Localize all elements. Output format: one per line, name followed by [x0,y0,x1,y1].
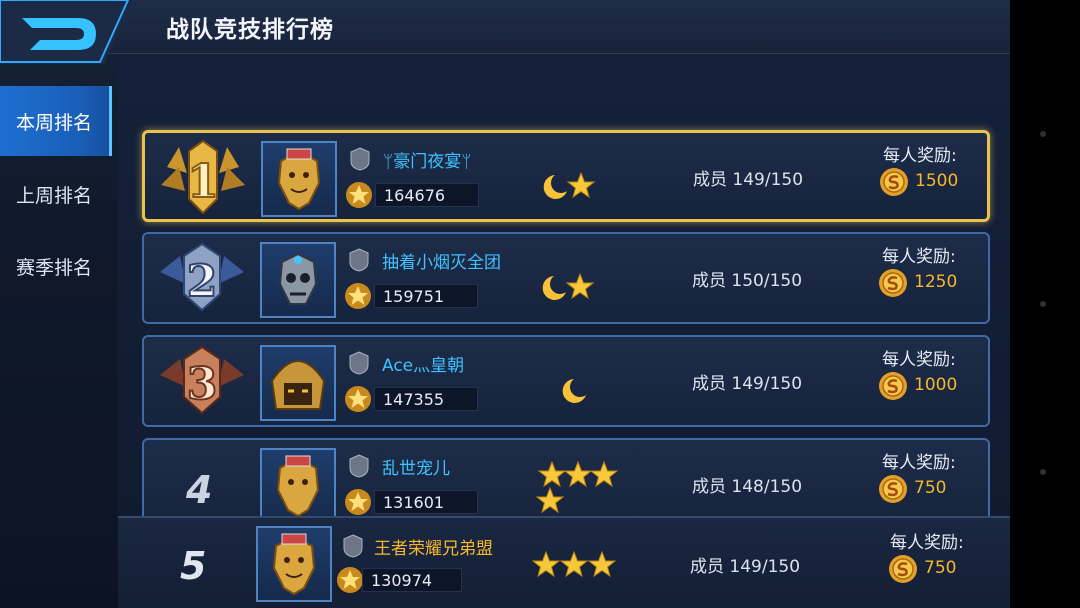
bronze-rank-badge-icon: 3 [160,345,244,415]
tab-label: 本周排名 [16,111,93,134]
score-star-icon [346,182,372,208]
nav-dot[interactable] [1040,131,1046,137]
score-star-icon [345,489,371,515]
team-badge-icon [349,454,369,478]
rank-number: 4 [186,468,213,512]
svg-text:1: 1 [187,154,219,208]
gold-coin-icon [879,269,907,297]
gold-coin-icon [880,168,908,196]
score-star-icon [345,386,371,412]
team-emblem [256,526,332,602]
game-screen: 战队竞技排行榜 本周排名 上周排名 赛季排名 1 ᛘ豪门夜宴ᛘ 164676 成… [0,0,1010,608]
tier-three-stars-icon [532,550,617,578]
reward-label: 每人奖励: [890,533,964,553]
member-count: 成员 149/150 [690,557,801,577]
reward-amount: 750 [924,558,957,578]
score-box: 164676 [375,183,479,207]
score-box: 131601 [374,490,478,514]
member-count: 成员 150/150 [692,271,803,291]
team-name: Ace灬皇朝 [382,356,465,376]
gold-coin-icon [879,475,907,503]
tier-four-stars-icon [535,460,619,514]
back-arrow-icon [0,0,132,64]
team-emblem [261,141,337,217]
back-button[interactable] [0,0,132,64]
team-name: 乱世宠儿 [382,459,450,479]
team-name: 王者荣耀兄弟盟 [374,539,493,559]
svg-text:2: 2 [187,256,218,307]
team-emblem [260,345,336,421]
team-score: 131601 [383,493,445,512]
team-row-1[interactable]: 1 ᛘ豪门夜宴ᛘ 164676 成员 149/150 每人奖励: 1500 [142,130,990,222]
team-score: 159751 [383,287,445,306]
golden-lion-emblem-icon [277,148,321,211]
team-row-2[interactable]: 2 抽着小烟灭全团 159751 成员 150/150 每人奖励: 1250 [142,232,990,324]
rank-number: 5 [180,544,207,588]
tab-last-week[interactable]: 上周排名 [0,158,112,230]
reward-label: 每人奖励: [882,247,956,267]
team-badge-icon [349,248,369,272]
team-name: ᛘ豪门夜宴ᛘ [383,152,472,172]
tier-moon-star-icon [543,171,596,199]
nav-dot[interactable] [1040,469,1046,475]
tab-season[interactable]: 赛季排名 [0,230,112,302]
reward-amount: 750 [914,478,947,498]
gold-rank-badge-icon: 1 [161,139,245,215]
silver-rank-badge-icon: 2 [160,242,244,312]
team-badge-icon [349,351,369,375]
team-badge-icon [350,147,370,171]
team-emblem [260,242,336,318]
member-count: 成员 148/150 [692,477,803,497]
tab-label: 上周排名 [16,184,93,207]
score-star-icon [337,567,363,593]
team-score: 130974 [371,571,433,590]
score-box: 130974 [362,568,462,592]
team-name: 抽着小烟灭全团 [382,253,501,273]
team-emblem [260,448,336,524]
own-team-bar[interactable]: 5 王者荣耀兄弟盟 130974 成员 149/150 每人奖励: 750 [118,516,1010,608]
gold-coin-icon [889,555,917,583]
header-bar: 战队竞技排行榜 [0,0,1010,64]
nav-dot[interactable] [1040,301,1046,307]
member-count: 成员 149/150 [693,170,804,190]
reward-label: 每人奖励: [883,146,957,166]
golden-lion-emblem-icon [276,455,320,518]
score-box: 147355 [374,387,478,411]
pharaoh-emblem-icon [270,360,326,410]
page-title: 战队竞技排行榜 [166,17,334,43]
reward-label: 每人奖励: [882,453,956,473]
team-row-3[interactable]: 3 Ace灬皇朝 147355 成员 149/150 每人奖励: 1000 [142,335,990,427]
reward-label: 每人奖励: [882,350,956,370]
svg-text:3: 3 [187,359,218,410]
reward-amount: 1500 [915,171,959,191]
score-star-icon [345,283,371,309]
team-badge-icon [343,534,363,558]
tier-moon-icon [562,379,586,403]
rank-tabs: 本周排名 上周排名 赛季排名 [0,86,112,302]
tab-this-week[interactable]: 本周排名 [0,86,112,156]
member-count: 成员 149/150 [692,374,803,394]
golden-lion-emblem-icon [272,533,316,596]
reward-amount: 1250 [914,272,958,292]
team-score: 147355 [383,390,445,409]
gold-coin-icon [879,372,907,400]
tier-moon-star-icon [542,272,595,300]
reward-amount: 1000 [914,375,958,395]
team-score: 164676 [384,186,446,205]
tab-label: 赛季排名 [16,256,93,279]
score-box: 159751 [374,284,478,308]
skull-emblem-icon [278,252,318,305]
